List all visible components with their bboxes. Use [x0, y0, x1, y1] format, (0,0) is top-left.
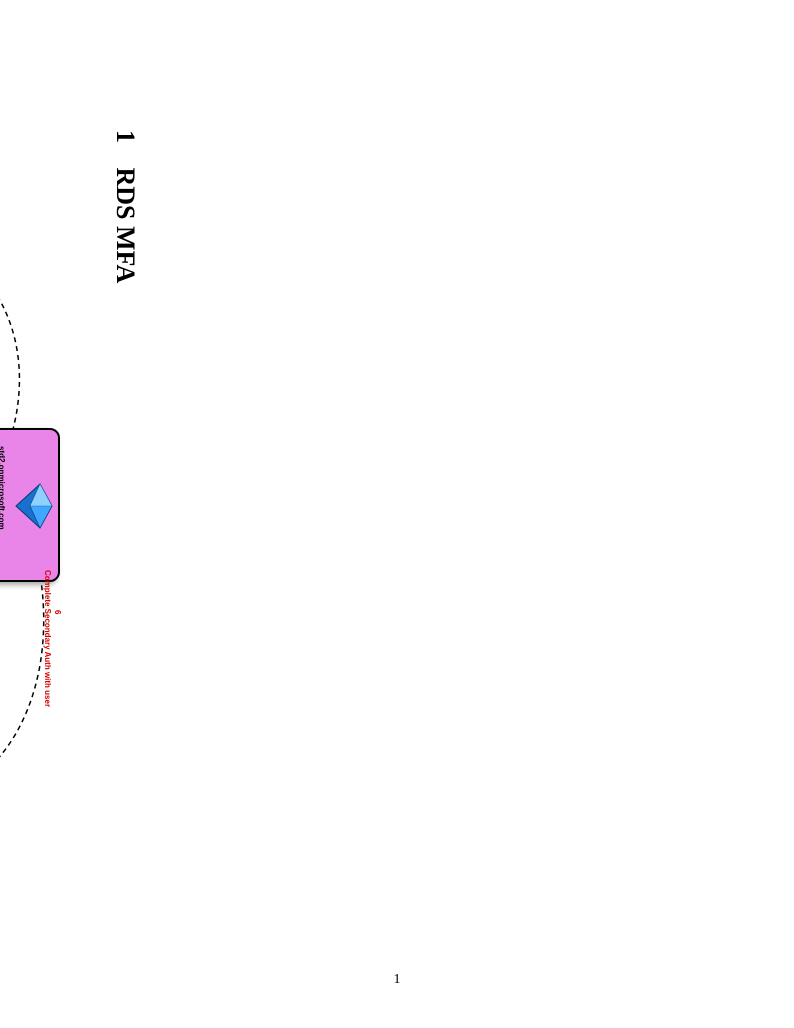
diagram-canvas: std2.onmicrosoft.com ✎Azure AD MICROSOFT… [0, 130, 90, 890]
rotated-figure: 1 RDS MFA [0, 130, 140, 890]
label-secondary-auth: Complete Secondary Auth with user [43, 570, 52, 707]
azure-icon [14, 478, 54, 534]
section-title: RDS MFA [111, 168, 140, 284]
page: 1 RDS MFA [0, 0, 794, 1028]
label-step6-num: 6 [53, 610, 62, 614]
section-heading: 1 RDS MFA [110, 130, 140, 890]
section-number: 1 [111, 130, 140, 143]
azure-domain: std2.onmicrosoft.com [0, 446, 6, 530]
page-number: 1 [0, 972, 794, 988]
azure-box: std2.onmicrosoft.com ✎Azure AD MICROSOFT… [0, 428, 60, 582]
